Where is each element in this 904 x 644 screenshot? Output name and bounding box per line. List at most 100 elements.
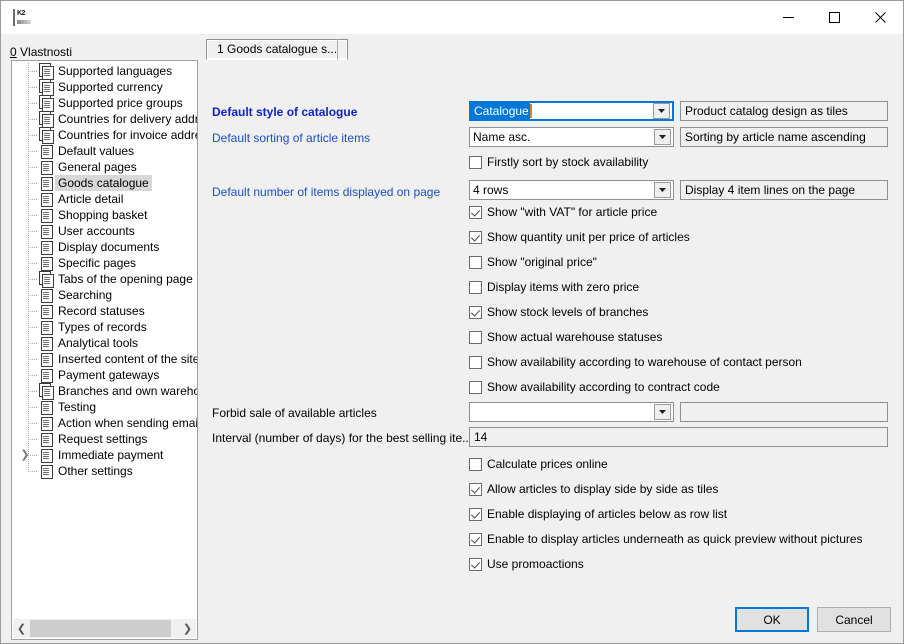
checkbox-box[interactable] [469, 482, 482, 496]
label-default-style: Default style of catalogue [212, 105, 358, 119]
checkbox-row[interactable]: Show actual warehouse statuses [469, 330, 662, 344]
checkbox-box[interactable] [469, 507, 482, 521]
tree-item-label: Countries for invoice addresses [58, 128, 197, 142]
close-button[interactable] [857, 1, 903, 33]
tree-item[interactable]: Display documents [12, 239, 197, 255]
label-interval-days: Interval (number of days) for the best s… [212, 431, 473, 445]
combo-items-per-page-value: 4 rows [473, 183, 509, 197]
checkbox-row[interactable]: Show stock levels of branches [469, 305, 648, 319]
tree-item[interactable]: Types of records [12, 319, 197, 335]
chevron-down-icon[interactable] [654, 129, 671, 145]
checkbox-box[interactable] [469, 380, 482, 394]
checkbox-row[interactable]: Show quantity unit per price of articles [469, 230, 690, 244]
checkbox-row[interactable]: Show availability according to contract … [469, 380, 720, 394]
checkbox-label: Use promoactions [487, 557, 584, 571]
combo-default-sorting[interactable]: Name asc. [469, 127, 674, 147]
settings-window: K2 0 Vlastnosti Supported languages Suppo… [0, 0, 904, 644]
page-icon [38, 463, 54, 479]
checkbox-label: Show availability according to contract … [487, 380, 720, 394]
tree-item-label: General pages [58, 160, 137, 174]
tree-item[interactable]: Article detail [12, 191, 197, 207]
checkbox-row[interactable]: Allow articles to display side by side a… [469, 482, 718, 496]
checkbox-box[interactable] [469, 355, 482, 369]
combo-default-sorting-value: Name asc. [473, 130, 531, 144]
checkbox-row[interactable]: Calculate prices online [469, 457, 608, 471]
tree-item[interactable]: Branches and own warehouses [12, 383, 197, 400]
checkbox-box[interactable] [469, 155, 482, 169]
checkbox-box[interactable] [469, 330, 482, 344]
checkbox-box[interactable] [469, 557, 482, 571]
tree-item[interactable]: Tabs of the opening page [12, 271, 197, 288]
tree-item[interactable]: Countries for invoice addresses [12, 127, 197, 144]
checkbox-box[interactable] [469, 532, 482, 546]
scroll-left-icon[interactable]: ❮ [13, 619, 30, 638]
tree-item[interactable]: Searching [12, 287, 197, 303]
checkbox-box[interactable] [469, 255, 482, 269]
combo-items-per-page[interactable]: 4 rows [469, 180, 674, 200]
checkbox-firstly-sort[interactable]: Firstly sort by stock availability [469, 155, 648, 169]
chevron-down-icon[interactable] [654, 404, 671, 420]
checkbox-row[interactable]: Display items with zero price [469, 280, 639, 294]
tree-item[interactable]: General pages [12, 159, 197, 175]
input-interval-days[interactable]: 14 [469, 427, 888, 447]
chevron-down-icon[interactable] [653, 103, 670, 119]
tree-connector [24, 159, 38, 175]
tree-item[interactable]: User accounts [12, 223, 197, 239]
chevron-down-icon[interactable] [654, 182, 671, 198]
multi-page-icon [38, 111, 54, 128]
tree-item[interactable]: Other settings [12, 463, 197, 479]
scroll-right-icon[interactable]: ❯ [179, 619, 196, 638]
tree-item[interactable]: Analytical tools [12, 335, 197, 351]
cancel-button[interactable]: Cancel [817, 607, 891, 632]
tree-item-label: Shopping basket [58, 208, 148, 222]
minimize-button[interactable] [765, 1, 811, 33]
maximize-button[interactable] [811, 1, 857, 33]
checkbox-row[interactable]: Show "with VAT" for article price [469, 205, 657, 219]
tree-item[interactable]: ❯ Immediate payment [12, 447, 197, 463]
tree-item[interactable]: Testing [12, 399, 197, 415]
page-icon [38, 175, 54, 191]
scrollbar-track[interactable] [30, 619, 179, 638]
tree-item[interactable]: Supported price groups [12, 95, 197, 112]
checkbox-box[interactable] [469, 230, 482, 244]
checkbox-row[interactable]: Use promoactions [469, 557, 584, 571]
tree-item[interactable]: Shopping basket [12, 207, 197, 223]
tree-item[interactable]: Record statuses [12, 303, 197, 319]
checkbox-box[interactable] [469, 305, 482, 319]
combo-forbid-sale[interactable] [469, 402, 674, 422]
checkbox-label: Allow articles to display side by side a… [487, 482, 719, 496]
tree-connector [24, 447, 38, 463]
checkbox-box[interactable] [469, 205, 482, 219]
checkbox-row[interactable]: Enable to display articles underneath as… [469, 532, 863, 546]
desc-default-style: Product catalog design as tiles [680, 101, 888, 121]
tree-item-label: User accounts [58, 224, 135, 238]
tree-item[interactable]: Inserted content of the sites [12, 351, 197, 367]
tree-item-label: Specific pages [58, 256, 137, 270]
tree-item[interactable]: Countries for delivery address [12, 111, 197, 128]
tree-item-label: Inserted content of the sites [58, 352, 197, 366]
tree-item[interactable]: Request settings [12, 431, 197, 447]
tree-item[interactable]: Goods catalogue [12, 175, 197, 191]
tree-item[interactable]: Action when sending email [12, 415, 197, 431]
tab-strip: 1 Goods catalogue s... [206, 39, 895, 60]
tree-item[interactable]: Payment gateways [12, 367, 197, 383]
tree-item[interactable]: Default values [12, 143, 197, 159]
checkbox-box[interactable] [469, 457, 482, 471]
tree-item[interactable]: Supported languages [12, 63, 197, 80]
tab-goods-catalogue[interactable]: 1 Goods catalogue s... [206, 39, 349, 60]
tree-item[interactable]: Specific pages [12, 255, 197, 271]
combo-default-style[interactable]: Catalogue [469, 101, 674, 121]
tree-connector [24, 351, 38, 367]
scrollbar-thumb[interactable] [30, 620, 171, 637]
tree-connector [24, 255, 38, 271]
page-icon [38, 223, 54, 239]
checkbox-label: Enable displaying of articles below as r… [487, 507, 728, 521]
checkbox-row[interactable]: Show availability according to warehouse… [469, 355, 802, 369]
ok-button[interactable]: OK [735, 607, 809, 632]
checkbox-box[interactable] [469, 280, 482, 294]
tree-item[interactable]: Supported currency [12, 79, 197, 96]
checkbox-row[interactable]: Enable displaying of articles below as r… [469, 507, 727, 521]
checkbox-row[interactable]: Show "original price" [469, 255, 597, 269]
settings-tree[interactable]: Supported languages Supported currency Sup… [12, 63, 197, 618]
tree-horizontal-scrollbar[interactable]: ❮ ❯ [13, 619, 196, 638]
